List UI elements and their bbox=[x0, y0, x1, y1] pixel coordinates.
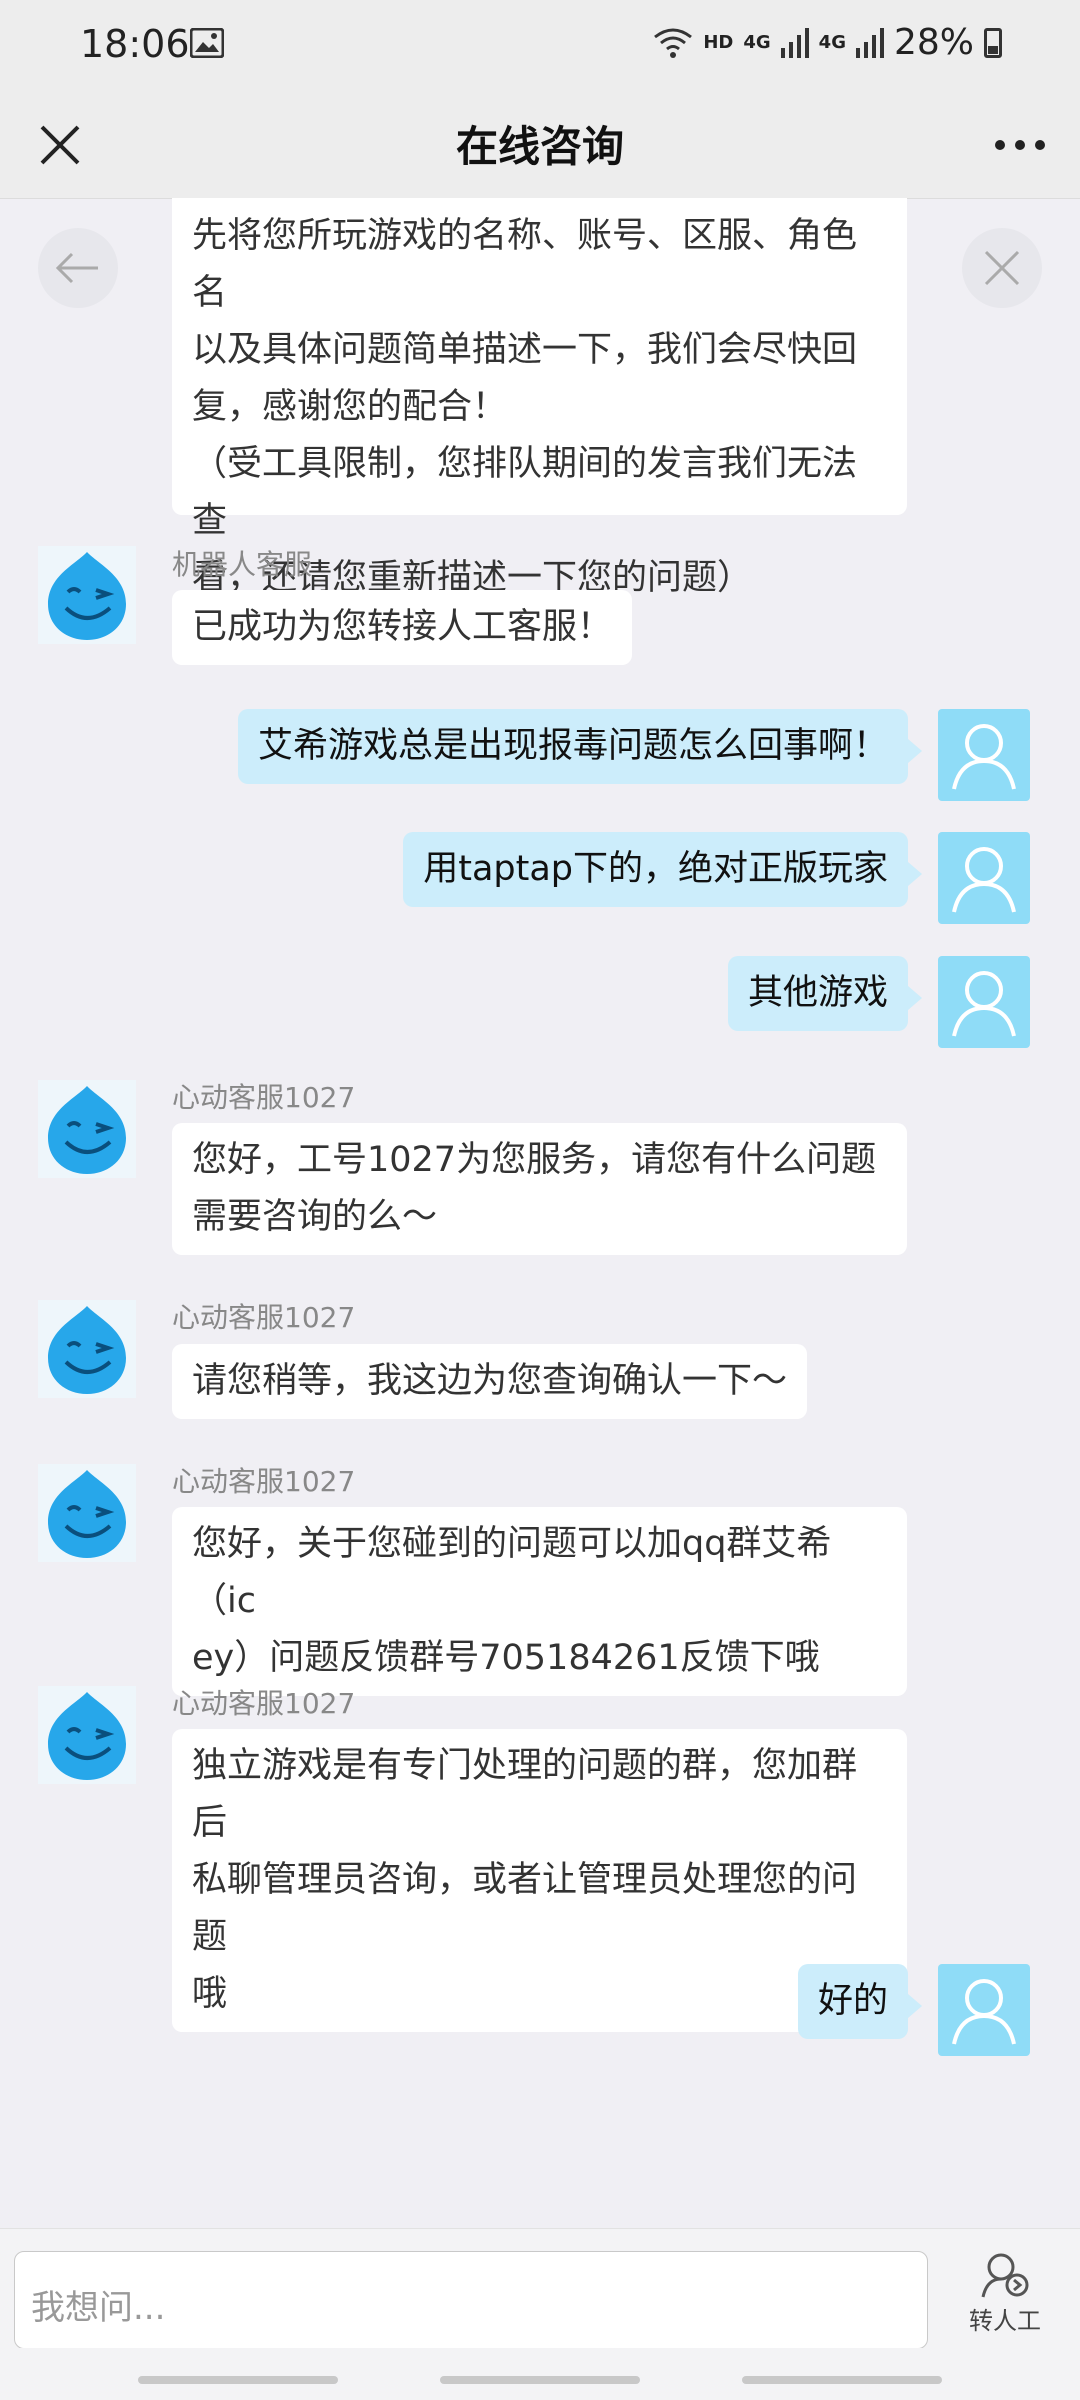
arrow-left-icon bbox=[55, 252, 98, 284]
user-avatar bbox=[938, 832, 1030, 924]
dismiss-button[interactable] bbox=[962, 228, 1042, 308]
status-right-group: HD 4G 4G 28% bbox=[653, 22, 1002, 63]
battery-percent: 28% bbox=[893, 22, 974, 63]
status-bar: 18:06 HD 4G 4G 28% bbox=[0, 0, 1080, 95]
user-message-bubble: 好的 bbox=[797, 1964, 923, 2039]
chat-list[interactable]: 先将您所玩游戏的名称、账号、区服、角色名 以及具体问题简单描述一下，我们会尽快回… bbox=[0, 198, 1080, 2228]
transfer-human-icon bbox=[981, 2253, 1029, 2298]
gallery-notification-icon bbox=[190, 28, 224, 58]
message-bubble: 独立游戏是有专门处理的问题的群，您加群后 私聊管理员咨询，或者让管理员处理您的问… bbox=[172, 1729, 907, 2032]
signal-icon-1 bbox=[780, 27, 809, 58]
input-bar: 我想问... 转人工 bbox=[0, 2228, 1080, 2349]
back-button[interactable] bbox=[38, 228, 118, 308]
wifi-icon bbox=[654, 28, 693, 58]
transfer-to-human-button[interactable]: 转人工 bbox=[960, 2251, 1050, 2336]
sender-name: 心动客服1027 bbox=[172, 1687, 356, 1720]
hd-label: HD bbox=[703, 32, 734, 53]
system-nav-bar bbox=[0, 2348, 1080, 2400]
battery-icon bbox=[984, 27, 1002, 58]
status-time: 18:06 bbox=[80, 22, 190, 66]
sender-name: 机器人客服 bbox=[172, 548, 313, 581]
page-title: 在线咨询 bbox=[455, 122, 624, 171]
user-message-bubble: 其他游戏 bbox=[727, 956, 923, 1031]
signal-label-1: 4G bbox=[743, 32, 771, 53]
message-bubble: 已成功为您转接人工客服！ bbox=[172, 590, 633, 665]
user-avatar-icon bbox=[952, 1979, 1016, 2045]
page-header: 在线咨询 bbox=[0, 95, 1080, 199]
message-bubble: 先将您所玩游戏的名称、账号、区服、角色名 以及具体问题简单描述一下，我们会尽快回… bbox=[172, 198, 907, 598]
agent-avatar bbox=[38, 1300, 136, 1398]
more-options-icon[interactable] bbox=[990, 125, 1050, 165]
agent-avatar bbox=[38, 1080, 136, 1178]
user-message-bubble: 艾希游戏总是出现报毒问题怎么回事啊！ bbox=[237, 709, 923, 784]
user-avatar bbox=[938, 709, 1030, 801]
agent-avatar bbox=[38, 1464, 136, 1562]
transfer-label: 转人工 bbox=[969, 2307, 1041, 2335]
bot-avatar bbox=[38, 546, 136, 644]
nav-home-button[interactable] bbox=[440, 2376, 640, 2384]
nav-back-button[interactable] bbox=[742, 2376, 942, 2384]
message-bubble: 您好，工号1027为您服务，请您有什么问题 需要咨询的么～ bbox=[172, 1123, 907, 1255]
agent-avatar bbox=[38, 1686, 136, 1784]
user-avatar bbox=[938, 1964, 1030, 2056]
message-bubble: 您好，关于您碰到的问题可以加qq群艾希（ic ey）问题反馈群号70518426… bbox=[172, 1507, 907, 1696]
user-message-bubble: 用taptap下的，绝对正版玩家 bbox=[403, 832, 922, 907]
user-avatar-icon bbox=[952, 847, 1016, 913]
nav-recent-button[interactable] bbox=[138, 2376, 338, 2384]
signal-label-2: 4G bbox=[818, 32, 846, 53]
message-bubble: 请您稍等，我这边为您查询确认一下～ bbox=[172, 1344, 808, 1419]
close-icon bbox=[984, 250, 1020, 286]
sender-name: 心动客服1027 bbox=[172, 1081, 356, 1114]
user-avatar-icon bbox=[952, 724, 1016, 790]
message-input[interactable]: 我想问... bbox=[14, 2251, 928, 2349]
sender-name: 心动客服1027 bbox=[172, 1301, 356, 1334]
signal-icon-2 bbox=[855, 27, 884, 58]
sender-name: 心动客服1027 bbox=[172, 1465, 356, 1498]
user-avatar bbox=[938, 956, 1030, 1048]
user-avatar-icon bbox=[952, 971, 1016, 1037]
